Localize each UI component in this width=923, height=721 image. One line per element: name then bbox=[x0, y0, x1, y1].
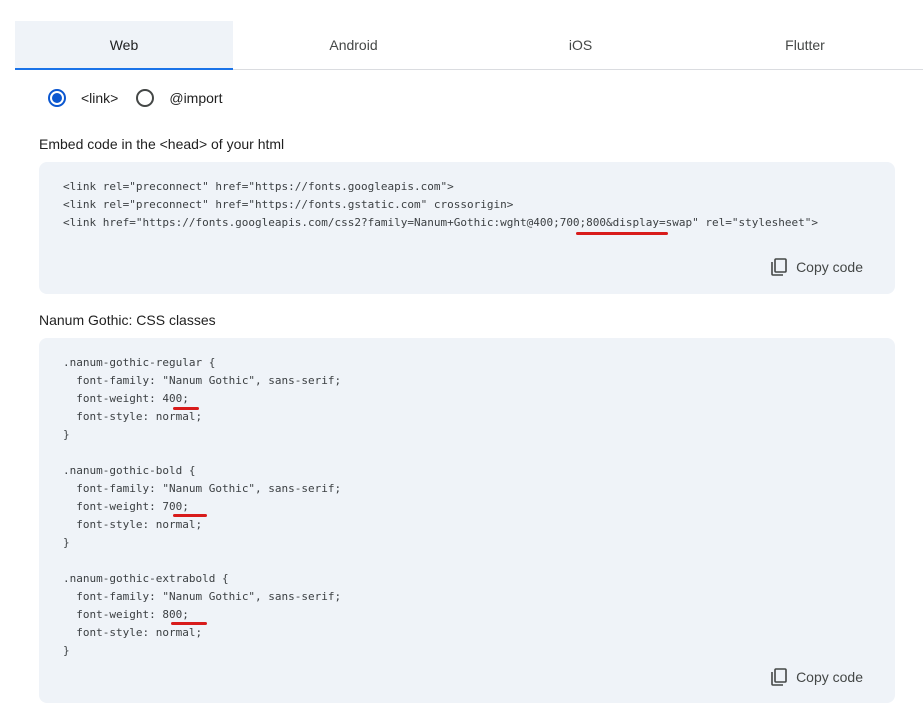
embed-code-box: <link rel="preconnect" href="https://fon… bbox=[39, 162, 895, 294]
css-code[interactable]: .nanum-gothic-regular { font-family: "Na… bbox=[63, 354, 875, 660]
copy-embed-code-label: Copy code bbox=[796, 259, 863, 275]
radio-link-label[interactable]: <link> bbox=[81, 90, 118, 106]
font-embed-panel: Web Android iOS Flutter <link> @import E… bbox=[15, 21, 923, 721]
embed-section-title: Embed code in the <head> of your html bbox=[39, 136, 285, 152]
copy-css-code-button[interactable]: Copy code bbox=[771, 668, 863, 686]
radio-link[interactable] bbox=[48, 89, 66, 107]
embed-code[interactable]: <link rel="preconnect" href="https://fon… bbox=[63, 178, 875, 232]
tab-flutter[interactable]: Flutter bbox=[687, 21, 923, 69]
tab-android-label: Android bbox=[329, 37, 378, 53]
css-section-title: Nanum Gothic: CSS classes bbox=[39, 312, 216, 328]
css-code-box: .nanum-gothic-regular { font-family: "Na… bbox=[39, 338, 895, 703]
tab-flutter-label: Flutter bbox=[785, 37, 825, 53]
tab-web-label: Web bbox=[109, 37, 139, 53]
copy-embed-code-button[interactable]: Copy code bbox=[771, 258, 863, 276]
radio-selected-dot bbox=[52, 93, 62, 103]
annotation-underline bbox=[173, 514, 207, 517]
radio-import-label[interactable]: @import bbox=[169, 90, 222, 106]
tab-ios-label: iOS bbox=[568, 37, 593, 53]
annotation-underline bbox=[576, 232, 668, 235]
embed-type-radio-group: <link> @import bbox=[48, 87, 240, 109]
annotation-underline bbox=[171, 622, 207, 625]
copy-icon bbox=[771, 668, 787, 686]
copy-icon bbox=[771, 258, 787, 276]
platform-tabs: Web Android iOS Flutter bbox=[15, 21, 923, 70]
tab-web[interactable]: Web bbox=[15, 21, 233, 70]
radio-import[interactable] bbox=[136, 89, 155, 107]
copy-css-code-label: Copy code bbox=[796, 669, 863, 685]
tab-android[interactable]: Android bbox=[233, 21, 474, 69]
annotation-underline bbox=[173, 407, 199, 410]
tab-ios[interactable]: iOS bbox=[474, 21, 687, 69]
